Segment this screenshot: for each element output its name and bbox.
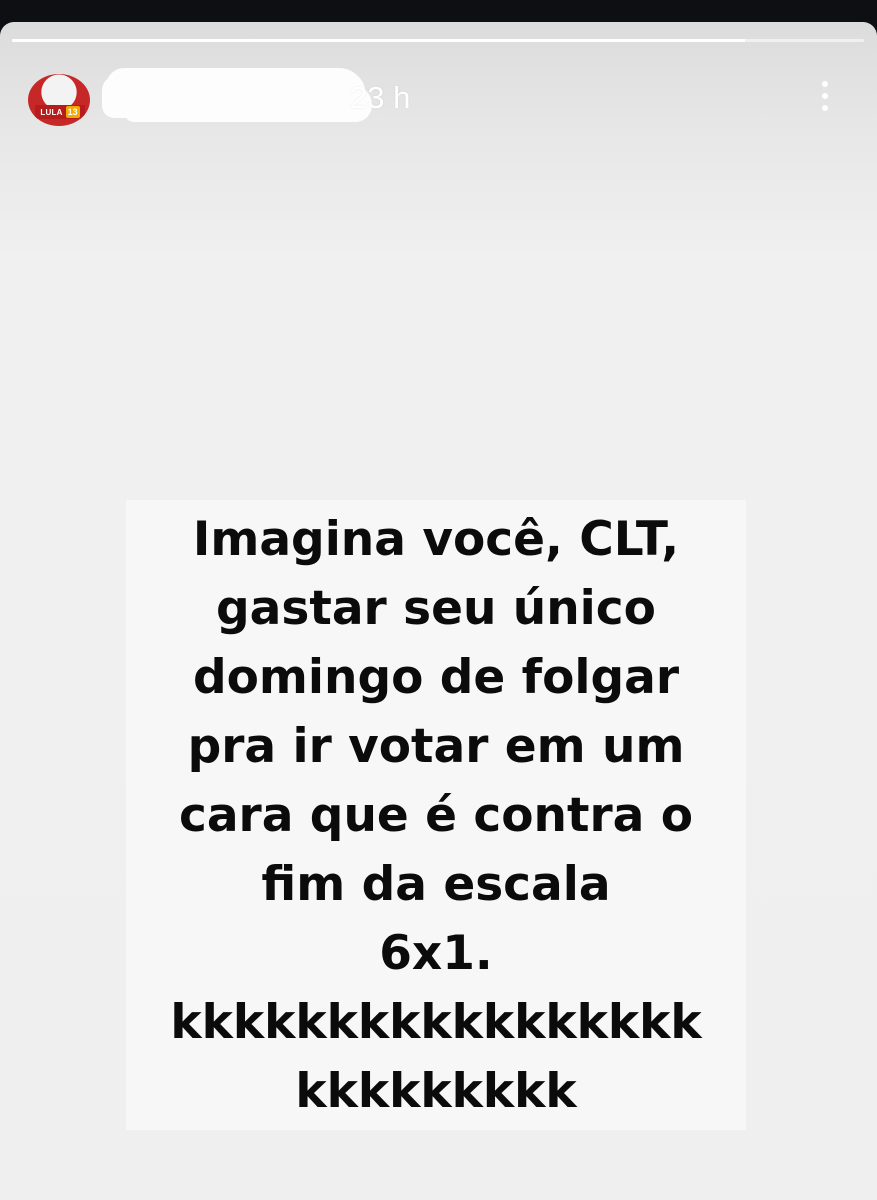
- post-text-line: fim da escala: [261, 856, 611, 912]
- post-text-line: domingo de folgar: [192, 649, 680, 705]
- story-post-text: Imagina você, CLT, gastar seu único domi…: [126, 505, 746, 1126]
- username-redaction: [106, 68, 366, 118]
- story-viewer[interactable]: LULA 13 23 h Imagina você, CLT, gastar s…: [0, 22, 877, 1200]
- story-progress-bar: [12, 39, 864, 42]
- avatar-badge-number: 13: [65, 106, 80, 118]
- post-text-line: 6x1.: [379, 925, 493, 981]
- story-timestamp: 23 h: [350, 80, 411, 115]
- vertical-ellipsis-icon: [822, 105, 828, 111]
- story-post-image: Imagina você, CLT, gastar seu único domi…: [126, 500, 746, 1130]
- post-text-line: kkkkkkkkk: [295, 1063, 577, 1119]
- post-text-line: cara que é contra o: [178, 787, 694, 843]
- avatar-badge-name: LULA: [40, 107, 63, 117]
- vertical-ellipsis-icon: [822, 81, 828, 87]
- story-progress-fill: [12, 39, 745, 42]
- story-header: LULA 13 23 h: [28, 68, 849, 126]
- post-text-line: gastar seu único: [216, 580, 656, 636]
- avatar[interactable]: LULA 13: [28, 74, 90, 126]
- vertical-ellipsis-icon: [822, 93, 828, 99]
- post-text-line: pra ir votar em um: [187, 718, 685, 774]
- post-text-line: kkkkkkkkkkkkkkkkk: [170, 994, 702, 1050]
- status-bar-strip: [0, 0, 877, 22]
- more-options-button[interactable]: [813, 76, 837, 116]
- avatar-badge: LULA 13: [35, 105, 85, 119]
- post-text-line: Imagina você, CLT,: [192, 511, 680, 567]
